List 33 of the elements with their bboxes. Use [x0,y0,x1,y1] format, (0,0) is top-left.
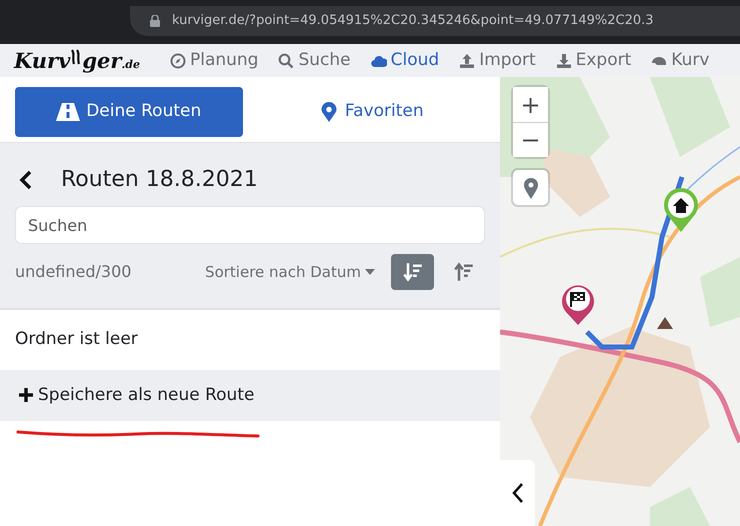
chevron-left-icon [512,482,524,504]
zoom-out-button[interactable]: − [513,122,548,157]
caret-icon [365,269,375,275]
pin-icon [318,102,339,122]
nav-link[interactable]: Import [459,48,536,74]
sort-ascending-icon [454,262,474,282]
collapse-panel-button[interactable] [500,460,535,526]
nav-link[interactable]: Planung [170,48,258,74]
plus-icon [18,387,34,404]
chevron-left-icon [19,170,33,190]
search-field[interactable]: Suchen [15,206,485,244]
sort-dropdown[interactable]: Sortiere nach Datum [199,260,381,284]
search-icon [278,52,294,68]
nav-link[interactable]: Export [556,48,632,74]
location-pin-icon [522,176,538,199]
save-as-new-route-button[interactable]: Speichere als neue Route [0,370,500,421]
route-count: undefined/300 [15,261,132,283]
tab[interactable]: Favoriten [258,87,485,137]
logo[interactable]: Kurv ger.de [14,44,140,76]
nav-link[interactable]: Kurv [651,48,710,74]
tab[interactable]: Deine Routen [15,87,242,137]
upload-icon [459,52,476,68]
compass-icon [170,52,186,68]
home-marker-icon[interactable] [661,185,701,233]
download-icon [556,52,572,68]
nav-link[interactable]: Suche [278,48,351,74]
folder-title: Routen 18.8.2021 [61,166,258,194]
sort-descending-icon [402,262,422,282]
nav-link[interactable]: Cloud [370,48,440,74]
lock-icon [150,15,160,27]
road-icon [56,100,80,124]
sort-button[interactable] [391,254,434,290]
locate-button[interactable] [513,170,548,205]
